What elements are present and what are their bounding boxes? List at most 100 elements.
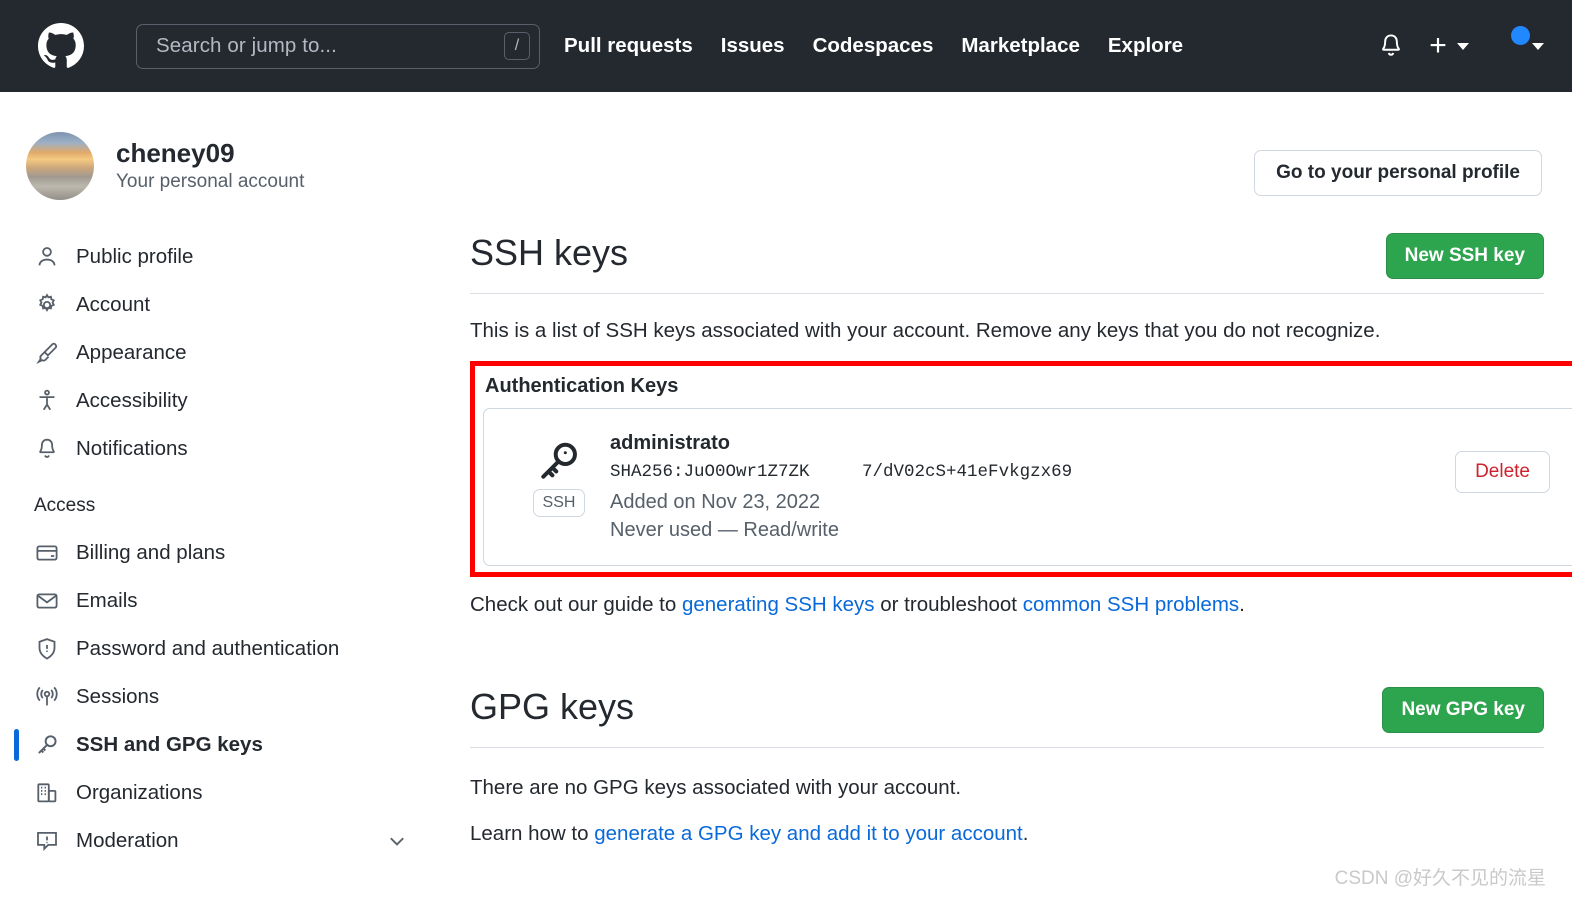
header-actions: + (1378, 26, 1544, 63)
page-title: cheney09 (116, 138, 235, 169)
settings-sidebar: Public profile Account Appearance Access… (0, 233, 470, 865)
search-input[interactable]: Search or jump to... / (136, 23, 540, 69)
credit-card-icon (34, 540, 60, 566)
key-info: administrato SHA256:JuO0Owr1Z7ZK 7/dV02c… (610, 429, 1455, 545)
ssh-key-row: SSH administrato SHA256:JuO0Owr1Z7ZK 7/d… (483, 408, 1572, 566)
bell-icon (34, 436, 60, 462)
ssh-help-line: Check out our guide to generating SSH ke… (470, 577, 1544, 617)
organization-icon (34, 780, 60, 806)
key-title: administrato (610, 432, 731, 454)
sidebar-item-label: Moderation (76, 829, 179, 852)
sidebar-item-label: Password and authentication (76, 637, 340, 660)
key-visual: SSH (528, 439, 590, 518)
generating-ssh-keys-link[interactable]: generating SSH keys (682, 593, 875, 616)
sidebar-item-sessions[interactable]: Sessions (0, 673, 470, 721)
account-menu[interactable] (1491, 26, 1544, 63)
sidebar-item-organizations[interactable]: Organizations (0, 769, 470, 817)
sidebar-item-label: Appearance (76, 341, 187, 364)
global-header: Search or jump to... / Pull requests Iss… (0, 0, 1572, 92)
paintbrush-icon (34, 340, 60, 366)
nav-item-issues[interactable]: Issues (721, 34, 785, 58)
learn-prefix: Learn how to (470, 821, 595, 845)
key-icon (34, 732, 60, 758)
profile-avatar[interactable] (26, 132, 94, 200)
highlight-annotation-box: Authentication Keys SSH administrato SHA… (470, 361, 1572, 577)
gpg-learn-line: Learn how to generate a GPG key and add … (470, 800, 1544, 846)
notification-dot-icon (1511, 26, 1530, 45)
nav-item-explore[interactable]: Explore (1108, 34, 1183, 58)
new-gpg-key-button[interactable]: New GPG key (1382, 686, 1544, 733)
go-to-personal-profile-button[interactable]: Go to your personal profile (1254, 150, 1542, 196)
chevron-down-icon (1532, 42, 1544, 50)
sidebar-item-emails[interactable]: Emails (0, 577, 470, 625)
chevron-down-icon (1457, 42, 1469, 50)
delete-key-button[interactable]: Delete (1455, 451, 1550, 493)
sidebar-item-label: Accessibility (76, 389, 188, 412)
bell-icon[interactable] (1378, 31, 1404, 61)
nav-item-pull-requests[interactable]: Pull requests (564, 34, 693, 58)
sidebar-item-label: Billing and plans (76, 541, 226, 564)
sidebar-item-public-profile[interactable]: Public profile (0, 233, 470, 281)
sidebar-item-label: Organizations (76, 781, 203, 804)
profile-text: cheney09 Your personal account (116, 137, 304, 194)
help-suffix: . (1239, 592, 1245, 616)
accessibility-icon (34, 388, 60, 414)
settings-layout: Public profile Account Appearance Access… (0, 233, 1572, 865)
generate-gpg-key-link[interactable]: generate a GPG key and add it to your ac… (594, 822, 1023, 845)
sidebar-item-label: Sessions (76, 685, 160, 708)
github-mark-icon[interactable] (38, 23, 84, 69)
account-subtitle: Your personal account (116, 170, 305, 192)
key-icon (537, 439, 581, 483)
nav-item-marketplace[interactable]: Marketplace (961, 34, 1080, 58)
shield-lock-icon (34, 636, 60, 662)
gpg-keys-section: GPG keys New GPG key There are no GPG ke… (470, 685, 1544, 846)
sidebar-item-label: Public profile (76, 245, 194, 268)
settings-main: SSH keys New SSH key This is a list of S… (470, 233, 1572, 865)
gpg-keys-title: GPG keys (470, 685, 635, 727)
sidebar-item-notifications[interactable]: Notifications (0, 425, 470, 473)
help-prefix: Check out our guide to (470, 592, 682, 616)
sidebar-item-billing-and-plans[interactable]: Billing and plans (0, 529, 470, 577)
learn-suffix: . (1022, 821, 1029, 845)
plus-icon: + (1429, 29, 1447, 62)
sidebar-item-password-and-authentication[interactable]: Password and authentication (0, 625, 470, 673)
gpg-keys-description: There are no GPG keys associated with yo… (470, 775, 962, 799)
sidebar-item-appearance[interactable]: Appearance (0, 329, 470, 377)
sidebar-item-accessibility[interactable]: Accessibility (0, 377, 470, 425)
sidebar-group-access: Access (34, 495, 96, 516)
sidebar-item-account[interactable]: Account (0, 281, 470, 329)
sidebar-item-label: Account (76, 293, 151, 316)
new-ssh-key-button[interactable]: New SSH key (1385, 233, 1544, 279)
chevron-down-icon[interactable] (386, 830, 408, 852)
global-nav: Pull requests Issues Codespaces Marketpl… (564, 34, 1183, 58)
sidebar-item-ssh-and-gpg-keys[interactable]: SSH and GPG keys (0, 721, 470, 769)
create-new-menu[interactable]: + (1426, 31, 1469, 61)
key-fingerprint: SHA256:JuO0Owr1Z7ZK 7/dV02cS+41eFvkgzx69 (610, 462, 1073, 482)
nav-item-codespaces[interactable]: Codespaces (813, 34, 934, 58)
authentication-keys-subtitle: Authentication Keys (485, 375, 679, 397)
person-icon (34, 244, 60, 270)
mail-icon (34, 588, 60, 614)
ssh-keys-header: SSH keys New SSH key (470, 233, 1544, 294)
broadcast-icon (34, 684, 60, 710)
sidebar-item-label: SSH and GPG keys (76, 733, 263, 756)
ssh-badge: SSH (532, 489, 586, 518)
report-icon (34, 828, 60, 854)
common-ssh-problems-link[interactable]: common SSH problems (1023, 593, 1239, 616)
ssh-keys-description: This is a list of SSH keys associated wi… (470, 319, 1381, 342)
help-middle: or troubleshoot (874, 592, 1023, 616)
watermark: CSDN @好久不见的流星 (1334, 868, 1546, 889)
avatar[interactable] (1491, 26, 1530, 63)
account-header: cheney09 Your personal account Go to you… (0, 92, 1572, 200)
key-added-date: Added on Nov 23, 2022 (610, 490, 821, 513)
ssh-keys-section: SSH keys New SSH key This is a list of S… (470, 233, 1572, 617)
sidebar-item-moderation[interactable]: Moderation (0, 817, 470, 865)
gpg-keys-header: GPG keys New GPG key (470, 685, 1544, 748)
search-placeholder: Search or jump to... (156, 34, 337, 57)
settings-page: cheney09 Your personal account Go to you… (0, 92, 1572, 904)
sidebar-item-label: Notifications (76, 437, 188, 460)
gear-icon (34, 292, 60, 318)
key-usage-status: Never used — Read/write (610, 519, 839, 542)
sidebar-item-label: Emails (76, 589, 138, 612)
search-shortcut-badge: / (504, 32, 530, 60)
